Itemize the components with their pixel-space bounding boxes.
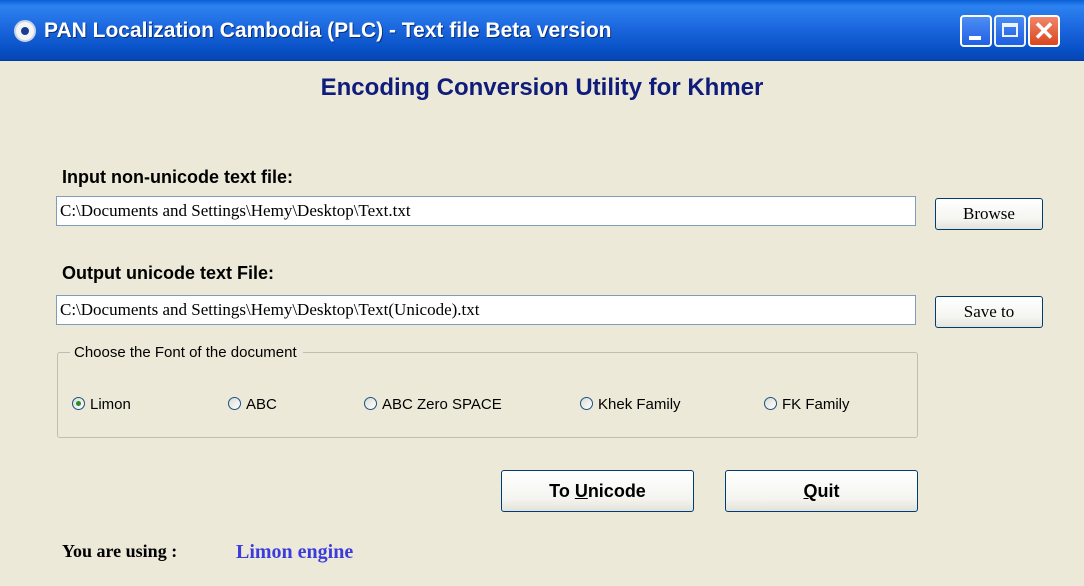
input-file-path-field[interactable]: C:\Documents and Settings\Hemy\Desktop\T… <box>56 196 916 226</box>
to-unicode-rest: nicode <box>587 481 646 501</box>
window-title: PAN Localization Cambodia (PLC) - Text f… <box>44 19 612 42</box>
radio-label: FK Family <box>782 396 850 413</box>
radio-selected-icon[interactable] <box>72 397 85 410</box>
app-icon[interactable] <box>14 20 36 42</box>
input-file-label: Input non-unicode text file: <box>62 167 293 187</box>
status-label: You are using : <box>62 541 178 561</box>
maximize-button[interactable] <box>994 15 1026 47</box>
radio-label: Khek Family <box>598 396 681 413</box>
browse-button[interactable]: Browse <box>935 198 1043 230</box>
radio-label: ABC Zero SPACE <box>382 396 502 413</box>
to-unicode-button[interactable]: To Unicode <box>501 470 694 512</box>
radio-unselected-icon[interactable] <box>764 397 777 410</box>
page-heading: Encoding Conversion Utility for Khmer <box>320 74 764 101</box>
to-unicode-prefix: To <box>549 481 575 501</box>
close-button[interactable]: ✕ <box>1028 15 1060 47</box>
radio-label: ABC <box>246 396 277 413</box>
radio-label: Limon <box>90 396 131 413</box>
save-to-button[interactable]: Save to <box>935 296 1043 328</box>
output-file-path-field[interactable]: C:\Documents and Settings\Hemy\Desktop\T… <box>56 295 916 325</box>
close-icon: ✕ <box>1033 16 1055 46</box>
font-choice-group <box>57 352 918 438</box>
quit-rest: uit <box>817 481 840 501</box>
minimize-button[interactable] <box>960 15 992 47</box>
title-bar[interactable]: PAN Localization Cambodia (PLC) - Text f… <box>0 0 1084 61</box>
font-group-title: Choose the Font of the document <box>70 344 303 361</box>
to-unicode-mnemonic: U <box>574 481 588 501</box>
radio-unselected-icon[interactable] <box>364 397 377 410</box>
radio-unselected-icon[interactable] <box>228 397 241 410</box>
radio-unselected-icon[interactable] <box>580 397 593 410</box>
quit-button[interactable]: Quit <box>725 470 918 512</box>
engine-status: Limon engine <box>236 541 354 563</box>
output-file-label: Output unicode text File: <box>62 263 274 283</box>
quit-mnemonic: Q <box>803 481 818 501</box>
